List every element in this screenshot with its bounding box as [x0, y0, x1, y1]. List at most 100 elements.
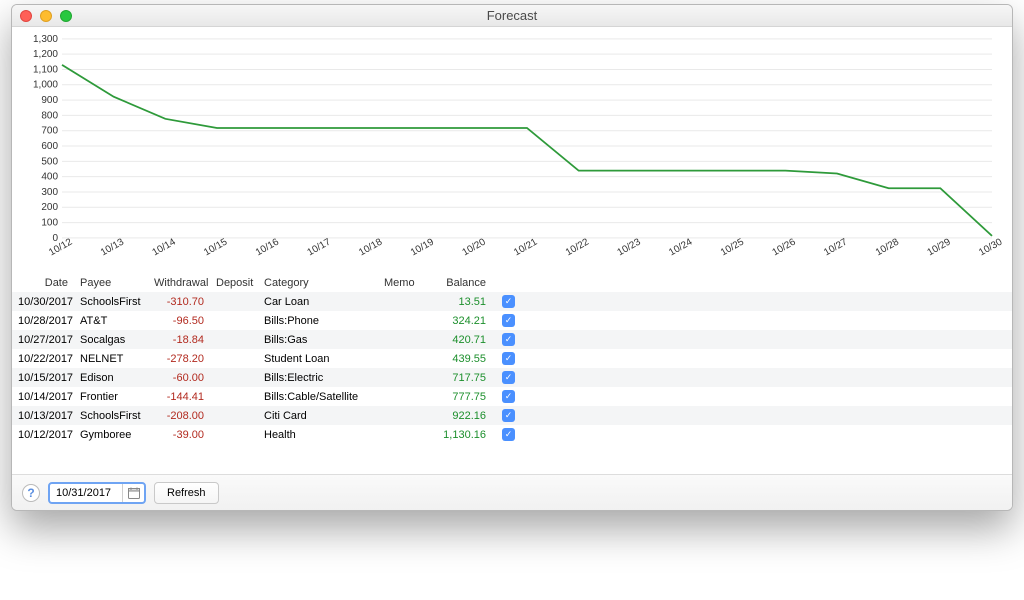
cell-memo [378, 387, 432, 406]
cell-balance: 13.51 [432, 292, 492, 312]
svg-text:1,100: 1,100 [33, 65, 58, 76]
cell-withdrawal: -39.00 [148, 425, 210, 444]
titlebar: Forecast [12, 5, 1012, 27]
cell-date: 10/28/2017 [12, 311, 74, 330]
cell-date: 10/12/2017 [12, 425, 74, 444]
svg-text:600: 600 [41, 141, 58, 152]
close-icon[interactable] [20, 10, 32, 22]
cell-withdrawal: -60.00 [148, 368, 210, 387]
table-row[interactable]: 10/22/2017NELNET-278.20Student Loan439.5… [12, 349, 1012, 368]
cell-category: Health [258, 425, 378, 444]
window-controls [20, 10, 72, 22]
table-row[interactable]: 10/15/2017Edison-60.00 Bills:Electric 717.… [12, 368, 1012, 387]
cell-check: ✓ [492, 349, 514, 368]
cell-check: ✓ [492, 368, 514, 387]
cell-payee: Socalgas [74, 330, 148, 349]
svg-text:10/21: 10/21 [512, 237, 539, 259]
cell-memo [378, 311, 432, 330]
svg-text:10/22: 10/22 [564, 237, 591, 259]
cell-memo [378, 349, 432, 368]
check-icon: ✓ [502, 295, 515, 308]
transactions-table: Date Payee Withdrawal Deposit Category M… [12, 275, 1012, 444]
table-row[interactable]: 10/13/2017SchoolsFirst-208.00Citi Card92… [12, 406, 1012, 425]
cell-check: ✓ [492, 406, 514, 425]
cell-withdrawal: -96.50 [148, 311, 210, 330]
cell-balance: 922.16 [432, 406, 492, 425]
forecast-date-input[interactable] [50, 487, 122, 499]
cell-deposit [210, 425, 258, 444]
forecast-date-field[interactable] [48, 482, 146, 504]
svg-text:10/29: 10/29 [925, 236, 953, 258]
cell-payee: AT&T [74, 311, 148, 330]
svg-text:1,200: 1,200 [33, 49, 58, 60]
cell-withdrawal: -310.70 [148, 292, 210, 312]
svg-text:700: 700 [41, 126, 58, 137]
calendar-icon[interactable] [122, 484, 144, 502]
cell-deposit [210, 387, 258, 406]
svg-text:10/15: 10/15 [202, 236, 230, 258]
check-icon: ✓ [502, 390, 515, 403]
zoom-icon[interactable] [60, 10, 72, 22]
cell-balance: 1,130.16 [432, 425, 492, 444]
cell-date: 10/13/2017 [12, 406, 74, 425]
cell-check: ✓ [492, 330, 514, 349]
cell-deposit [210, 368, 258, 387]
cell-check: ✓ [492, 292, 514, 312]
table-row[interactable]: 10/12/2017Gymboree-39.00 Health 1,130.16 ✓ [12, 425, 1012, 444]
svg-text:10/30: 10/30 [977, 236, 1002, 258]
table-row[interactable]: 10/14/2017Frontier-144.41Bills:Cable/Sat… [12, 387, 1012, 406]
cell-memo [378, 292, 432, 312]
minimize-icon[interactable] [40, 10, 52, 22]
svg-text:1,300: 1,300 [33, 34, 58, 45]
cell-check: ✓ [492, 387, 514, 406]
svg-text:400: 400 [41, 172, 58, 183]
table-row[interactable]: 10/30/2017SchoolsFirst-310.70Car Loan13.… [12, 292, 1012, 312]
cell-category: Bills:Electric [258, 368, 378, 387]
cell-withdrawal: -208.00 [148, 406, 210, 425]
check-icon: ✓ [502, 428, 515, 441]
cell-date: 10/30/2017 [12, 292, 74, 312]
cell-payee: Edison [74, 368, 148, 387]
help-icon[interactable]: ? [22, 484, 40, 502]
table-row[interactable]: 10/28/2017AT&T-96.50 Bills:Phone 324.21 ✓ [12, 311, 1012, 330]
svg-text:200: 200 [41, 202, 58, 213]
cell-category: Citi Card [258, 406, 378, 425]
refresh-button[interactable]: Refresh [154, 482, 219, 504]
cell-memo [378, 406, 432, 425]
svg-text:10/23: 10/23 [615, 236, 643, 258]
check-icon: ✓ [502, 352, 515, 365]
svg-text:300: 300 [41, 187, 58, 198]
svg-text:10/26: 10/26 [770, 236, 798, 258]
cell-deposit [210, 292, 258, 312]
table-row[interactable]: 10/27/2017Socalgas-18.84Bills:Gas420.71✓ [12, 330, 1012, 349]
cell-balance: 324.21 [432, 311, 492, 330]
window-title: Forecast [12, 8, 1012, 23]
check-icon: ✓ [502, 371, 515, 384]
cell-payee: Frontier [74, 387, 148, 406]
cell-balance: 717.75 [432, 368, 492, 387]
cell-date: 10/15/2017 [12, 368, 74, 387]
svg-text:10/14: 10/14 [150, 236, 178, 258]
svg-text:10/24: 10/24 [667, 236, 695, 258]
svg-text:900: 900 [41, 95, 58, 106]
cell-date: 10/14/2017 [12, 387, 74, 406]
svg-text:100: 100 [41, 218, 58, 229]
svg-text:10/12: 10/12 [47, 237, 74, 259]
cell-balance: 420.71 [432, 330, 492, 349]
cell-category: Bills:Phone [258, 311, 378, 330]
cell-payee: NELNET [74, 349, 148, 368]
svg-text:10/27: 10/27 [822, 237, 849, 259]
cell-balance: 439.55 [432, 349, 492, 368]
cell-deposit [210, 406, 258, 425]
cell-deposit [210, 349, 258, 368]
cell-category: Bills:Gas [258, 330, 378, 349]
cell-payee: Gymboree [74, 425, 148, 444]
cell-date: 10/22/2017 [12, 349, 74, 368]
cell-memo [378, 368, 432, 387]
cell-check: ✓ [492, 311, 514, 330]
cell-payee: SchoolsFirst [74, 292, 148, 312]
chart-svg: 01002003004005006007008009001,0001,1001,… [22, 33, 1002, 275]
cell-memo [378, 330, 432, 349]
svg-text:10/19: 10/19 [409, 236, 437, 258]
check-icon: ✓ [502, 314, 515, 327]
